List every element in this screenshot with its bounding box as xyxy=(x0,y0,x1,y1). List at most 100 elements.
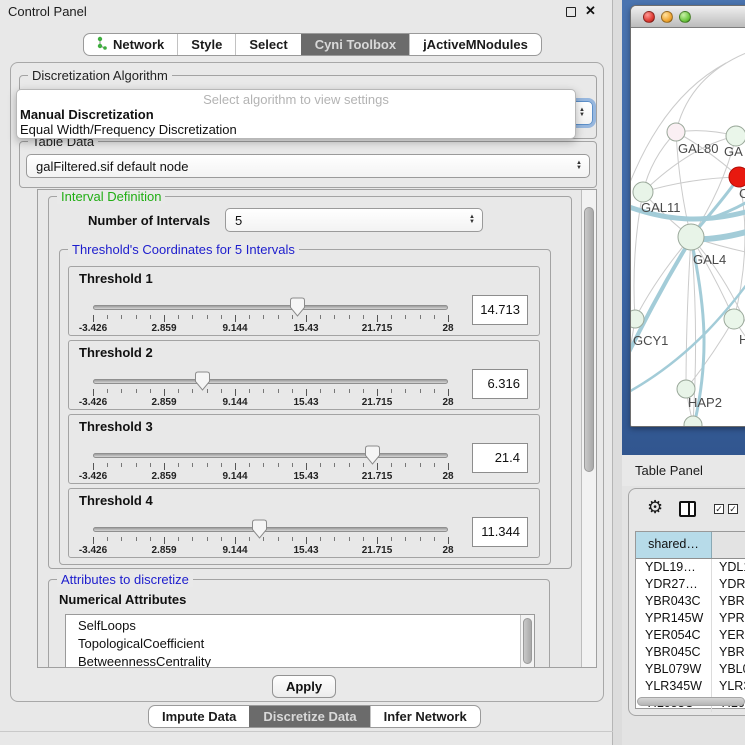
tab-discretize-data[interactable]: Discretize Data xyxy=(249,706,369,727)
slider-thumb[interactable] xyxy=(252,519,267,539)
combo-stepper-icon[interactable]: ▲▼ xyxy=(576,155,582,177)
cell-name[interactable]: YER0 xyxy=(712,627,745,644)
node-label: GCY1 xyxy=(633,333,668,348)
threshold-value-field[interactable]: 21.4 xyxy=(472,443,528,473)
slider-tick-label: 9.144 xyxy=(212,397,258,408)
apply-button[interactable]: Apply xyxy=(272,675,336,698)
slider-track[interactable] xyxy=(93,379,448,384)
slider-tick-label: 9.144 xyxy=(212,471,258,482)
settings-vertical-scrollbar[interactable] xyxy=(581,190,596,667)
table-row[interactable]: YBR043CYBR0 xyxy=(636,593,745,610)
table-row[interactable]: YPR145WYPR1 xyxy=(636,610,745,627)
tab-network[interactable]: Network xyxy=(84,34,177,55)
tab-select[interactable]: Select xyxy=(235,34,300,55)
slider-track[interactable] xyxy=(93,305,448,310)
slider-thumb[interactable] xyxy=(290,297,305,317)
network-node[interactable] xyxy=(729,167,745,187)
number-of-intervals-combobox[interactable]: 5 ▲▼ xyxy=(225,208,483,232)
checkbox-checked-icon[interactable]: ✓ xyxy=(728,504,738,514)
tab-label: Discretize Data xyxy=(263,709,356,724)
cell-name[interactable]: YLR3 xyxy=(712,678,745,695)
slider-track[interactable] xyxy=(93,527,448,532)
tab-label: Network xyxy=(113,37,164,52)
cell-name[interactable]: YBR0 xyxy=(712,593,745,610)
cell-shared-name[interactable]: YER054C xyxy=(636,627,712,644)
panel-splitter[interactable] xyxy=(613,0,622,745)
table-row[interactable]: YDL19…YDL1 xyxy=(636,559,745,576)
close-traffic-light-icon[interactable] xyxy=(643,11,655,23)
numerical-attributes-list[interactable]: SelfLoopsTopologicalCoefficientBetweenne… xyxy=(65,614,535,668)
tab-impute-data[interactable]: Impute Data xyxy=(149,706,249,727)
list-item[interactable]: SelfLoops xyxy=(66,617,534,635)
network-node[interactable] xyxy=(726,126,745,146)
zoom-traffic-light-icon[interactable] xyxy=(679,11,691,23)
interval-definition-title: Interval Definition xyxy=(57,189,165,204)
cell-name[interactable]: YBR0 xyxy=(712,644,745,661)
table-row[interactable]: YLR345WYLR3 xyxy=(636,678,745,695)
network-window-titlebar[interactable] xyxy=(631,6,745,28)
number-of-intervals-value: 5 xyxy=(235,213,242,228)
table-row[interactable]: YER054CYER0 xyxy=(636,627,745,644)
threshold-value-field[interactable]: 14.713 xyxy=(472,295,528,325)
cell-shared-name[interactable]: YDL19… xyxy=(636,559,712,576)
close-icon[interactable]: ✕ xyxy=(585,3,596,19)
network-canvas[interactable]: GAL80GACGAL11GAL4GCY1HHAP2 xyxy=(631,28,745,427)
cell-name[interactable]: YBL0 xyxy=(712,661,745,678)
cell-shared-name[interactable]: YBR043C xyxy=(636,593,712,610)
threshold-value-field[interactable]: 6.316 xyxy=(472,369,528,399)
network-canvas-svg[interactable]: GAL80GACGAL11GAL4GCY1HHAP2 xyxy=(631,28,745,427)
slider-tick-label: 28 xyxy=(425,323,471,334)
table-data-combobox[interactable]: galFiltered.sif default node ▲▼ xyxy=(26,154,590,178)
network-node[interactable] xyxy=(684,416,702,427)
node-label: GAL80 xyxy=(678,141,718,156)
network-node[interactable] xyxy=(631,310,644,328)
cell-shared-name[interactable]: YDR27… xyxy=(636,576,712,593)
cell-shared-name[interactable]: YLR345W xyxy=(636,678,712,695)
list-item[interactable]: TopologicalCoefficient xyxy=(66,635,534,653)
network-icon xyxy=(97,36,108,53)
control-panel-title: Control Panel xyxy=(8,4,87,19)
table-horizontal-scrollbar[interactable] xyxy=(637,697,745,706)
combo-stepper-icon[interactable]: ▲▼ xyxy=(469,209,475,231)
column-header-shared[interactable]: shared… xyxy=(636,532,712,558)
list-vertical-scrollbar[interactable] xyxy=(520,615,534,668)
network-node[interactable] xyxy=(724,309,744,329)
slider-thumb[interactable] xyxy=(365,445,380,465)
tab-jactivemnodules[interactable]: jActiveMNodules xyxy=(409,34,541,55)
column-header-name[interactable]: na xyxy=(712,532,745,558)
threshold-box: Threshold 1-3.4262.8599.14415.4321.71528… xyxy=(68,266,540,336)
list-item[interactable]: BetweennessCentrality xyxy=(66,653,534,668)
split-column-icon[interactable] xyxy=(679,501,696,517)
cell-name[interactable]: YPR1 xyxy=(712,610,745,627)
dropdown-option[interactable]: Manual Discretization xyxy=(17,107,575,122)
combo-stepper-icon[interactable]: ▲▼ xyxy=(579,102,585,124)
tab-style[interactable]: Style xyxy=(177,34,235,55)
scrollbar-thumb[interactable] xyxy=(584,207,594,472)
tab-cyni-toolbox[interactable]: Cyni Toolbox xyxy=(301,34,409,55)
table-row[interactable]: YBL079WYBL0 xyxy=(636,661,745,678)
slider-track[interactable] xyxy=(93,453,448,458)
cell-name[interactable]: YDL1 xyxy=(712,559,745,576)
cell-name[interactable]: YDR2 xyxy=(712,576,745,593)
table-rows: YDL19…YDL1YDR27…YDR2YBR043CYBR0YPR145WYP… xyxy=(636,559,745,712)
checkbox-checked-icon[interactable]: ✓ xyxy=(714,504,724,514)
slider-thumb[interactable] xyxy=(195,371,210,391)
network-node[interactable] xyxy=(633,182,653,202)
dropdown-option[interactable]: Equal Width/Frequency Discretization xyxy=(17,122,575,137)
network-node[interactable] xyxy=(678,224,704,250)
cell-shared-name[interactable]: YBR045C xyxy=(636,644,712,661)
cell-shared-name[interactable]: YPR145W xyxy=(636,610,712,627)
tab-infer-network[interactable]: Infer Network xyxy=(370,706,480,727)
node-label: GA xyxy=(724,144,743,159)
float-window-icon[interactable] xyxy=(566,7,576,17)
gear-icon[interactable]: ⚙ xyxy=(647,497,663,518)
scrollbar-thumb[interactable] xyxy=(523,618,532,664)
interval-definition-group: Interval Definition Number of Intervals … xyxy=(48,196,572,569)
table-row[interactable]: YBR045CYBR0 xyxy=(636,644,745,661)
minimize-traffic-light-icon[interactable] xyxy=(661,11,673,23)
network-node[interactable] xyxy=(667,123,685,141)
cell-shared-name[interactable]: YBL079W xyxy=(636,661,712,678)
threshold-box: Threshold 2-3.4262.8599.14415.4321.71528… xyxy=(68,340,540,410)
table-row[interactable]: YDR27…YDR2 xyxy=(636,576,745,593)
threshold-value-field[interactable]: 11.344 xyxy=(472,517,528,547)
